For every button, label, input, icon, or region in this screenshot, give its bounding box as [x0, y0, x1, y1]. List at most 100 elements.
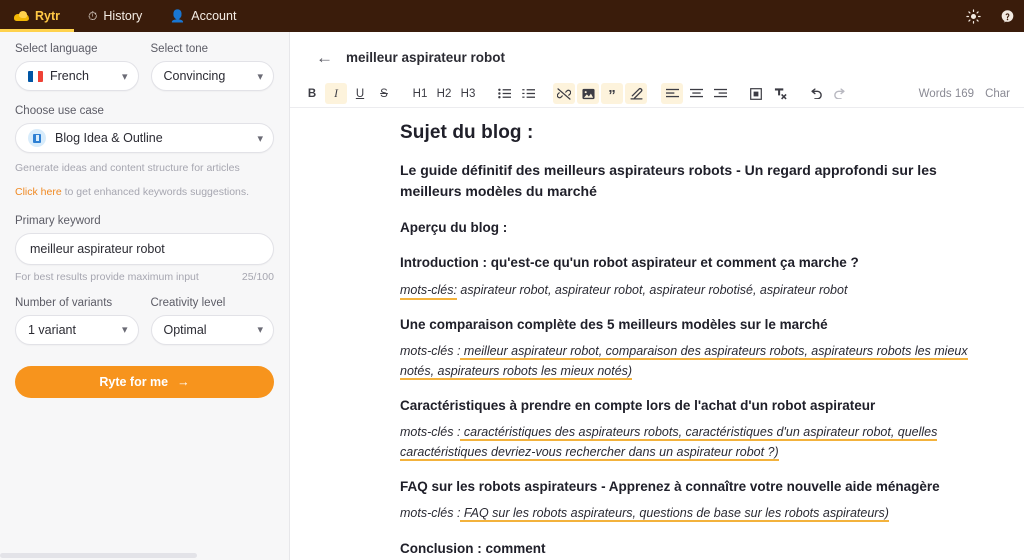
clear-formatting-button[interactable] — [769, 83, 791, 104]
keywords-label: mots-clés : — [400, 344, 461, 359]
bold-button[interactable]: B — [301, 83, 323, 104]
language-select[interactable]: French ▾ — [15, 61, 139, 91]
insert-image-button[interactable] — [577, 83, 599, 104]
redo-button[interactable] — [829, 83, 851, 104]
keywords-label: mots-clés: — [400, 282, 457, 300]
section-heading: Caractéristiques à prendre en compte lor… — [400, 397, 876, 413]
variants-creativity-row: Number of variants 1 variant ▾ Creativit… — [15, 297, 274, 345]
creativity-label: Creativity level — [150, 296, 226, 309]
heading-1-button[interactable]: H1 — [409, 83, 431, 104]
arrow-right-icon: → — [177, 374, 190, 389]
nav-item-rytr[interactable]: Rytr — [0, 0, 75, 32]
section-keywords: mots-clés : caractéristiques des aspirat… — [400, 423, 998, 462]
editor-section: Caractéristiques à prendre en compte lor… — [400, 396, 998, 462]
variants-value: 1 variant — [28, 322, 76, 337]
use-case-select[interactable]: Blog Idea & Outline ▾ — [15, 123, 274, 153]
editor-section: Une comparaison complète des 5 meilleurs… — [400, 315, 998, 381]
rytr-cloud-logo — [14, 10, 29, 22]
undo-button[interactable] — [805, 83, 827, 104]
use-case-value: Blog Idea & Outline — [55, 131, 163, 145]
ryte-for-me-button[interactable]: Ryte for me → — [15, 365, 274, 398]
sidebar-horizontal-scrollbar[interactable] — [0, 553, 289, 558]
creativity-field: Creativity level Optimal ▾ — [150, 296, 274, 345]
variants-label: Number of variants — [15, 296, 113, 309]
heading-3-button[interactable]: H3 — [457, 83, 479, 104]
account-person-icon: 👤 — [170, 9, 186, 23]
blockquote-button[interactable]: ” — [601, 83, 623, 104]
history-clock-icon: ⏱ — [88, 8, 98, 23]
ryte-for-me-label: Ryte for me — [99, 374, 169, 389]
tone-field: Select tone Convincing ▾ — [150, 43, 274, 91]
keywords-hint-suffix: to get enhanced keywords suggestions. — [61, 185, 250, 198]
formatting-toolbar: B I U S H1 H2 H3 ” Words 169 Char — [290, 80, 1024, 108]
keywords-suggestion-hint: Click here to get enhanced keywords sugg… — [15, 185, 274, 201]
editor-section: Introduction : qu'est-ce qu'un robot asp… — [400, 253, 998, 300]
strikethrough-button[interactable]: S — [373, 83, 395, 104]
document-editor[interactable]: Sujet du blog : Le guide définitif des m… — [290, 108, 1024, 560]
variants-select[interactable]: 1 variant ▾ — [15, 314, 139, 345]
align-right-button[interactable] — [709, 83, 731, 104]
creativity-select[interactable]: Optimal ▾ — [150, 314, 274, 345]
chevron-down-icon: ▾ — [121, 70, 128, 83]
primary-keyword-meta: For best results provide maximum input 2… — [15, 271, 274, 283]
primary-keyword-field: Primary keyword meilleur aspirateur robo… — [15, 215, 274, 283]
app-body: Select language French ▾ Select tone Con… — [0, 32, 1024, 560]
back-arrow-icon[interactable]: ← — [316, 49, 333, 66]
brightness-sun-icon[interactable] — [956, 0, 990, 32]
tone-select[interactable]: Convincing ▾ — [150, 61, 274, 91]
language-label: Select language — [15, 43, 98, 55]
editor-subject: Le guide définitif des meilleurs aspirat… — [400, 162, 937, 199]
keywords-label: mots-clés : — [400, 425, 461, 440]
variants-field: Number of variants 1 variant ▾ — [15, 297, 139, 345]
align-center-button[interactable] — [685, 83, 707, 104]
nav-item-history[interactable]: ⏱ History — [74, 0, 156, 32]
nav-item-label: Account — [191, 9, 237, 23]
chevron-down-icon: ▾ — [257, 132, 263, 145]
highlight-pen-button[interactable] — [625, 83, 647, 104]
primary-keyword-label: Primary keyword — [15, 214, 101, 227]
primary-keyword-input[interactable]: meilleur aspirateur robot — [15, 232, 274, 265]
use-case-label: Choose use case — [15, 105, 104, 117]
keywords-label: mots-clés : — [400, 506, 461, 521]
italic-button[interactable]: I — [325, 83, 347, 104]
blog-document-icon — [28, 129, 46, 147]
heading-2-button[interactable]: H2 — [433, 83, 455, 104]
language-field: Select language French ▾ — [15, 43, 139, 91]
section-heading: Introduction : qu'est-ce qu'un robot asp… — [400, 255, 859, 271]
section-keywords: mots-clés : FAQ sur les robots aspirateu… — [400, 504, 998, 523]
section-keywords: mots-clés: aspirateur robot, aspirateur … — [400, 281, 998, 300]
tone-label: Select tone — [150, 43, 209, 55]
words-count: Words 169 — [918, 87, 975, 100]
click-here-link[interactable]: Click here — [15, 186, 62, 198]
chars-count: Char — [985, 87, 1010, 100]
chevron-down-icon: ▾ — [257, 324, 263, 336]
chevron-down-icon: ▾ — [121, 324, 128, 336]
underline-button[interactable]: U — [349, 83, 371, 104]
help-question-icon[interactable] — [990, 0, 1024, 32]
editor-pane: ← meilleur aspirateur robot B I U S H1 H… — [290, 32, 1024, 560]
use-case-description: Generate ideas and content structure for… — [15, 162, 240, 174]
keywords-text: caractéristiques des aspirateurs robots,… — [400, 425, 938, 461]
document-title: meilleur aspirateur robot — [346, 49, 506, 65]
bullet-list-button[interactable] — [493, 83, 515, 104]
numbered-list-button[interactable] — [517, 83, 539, 104]
fr-flag-icon — [28, 70, 43, 82]
use-case-field: Choose use case Blog Idea & Outline ▾ Ge… — [15, 105, 274, 201]
editor-title-line: Sujet du blog : — [400, 122, 534, 143]
language-value: French — [50, 69, 89, 83]
align-left-button[interactable] — [661, 83, 683, 104]
keywords-text: meilleur aspirateur robot, comparaison d… — [400, 344, 968, 380]
primary-keyword-value: meilleur aspirateur robot — [30, 241, 165, 256]
word-count-status: Words 169 Char — [908, 88, 1010, 100]
insert-table-button[interactable] — [745, 83, 767, 104]
keywords-text: aspirateur robot, aspirateur robot, aspi… — [456, 282, 848, 297]
settings-sidebar: Select language French ▾ Select tone Con… — [0, 32, 290, 560]
section-heading: Une comparaison complète des 5 meilleurs… — [400, 316, 828, 332]
nav-item-label: Rytr — [35, 9, 61, 23]
nav-item-label: History — [103, 9, 143, 23]
tone-value: Convincing — [163, 69, 226, 83]
language-tone-row: Select language French ▾ Select tone Con… — [15, 43, 274, 91]
unlink-button[interactable] — [553, 83, 575, 104]
creativity-value: Optimal — [163, 322, 207, 337]
nav-item-account[interactable]: 👤 Account — [156, 0, 250, 32]
